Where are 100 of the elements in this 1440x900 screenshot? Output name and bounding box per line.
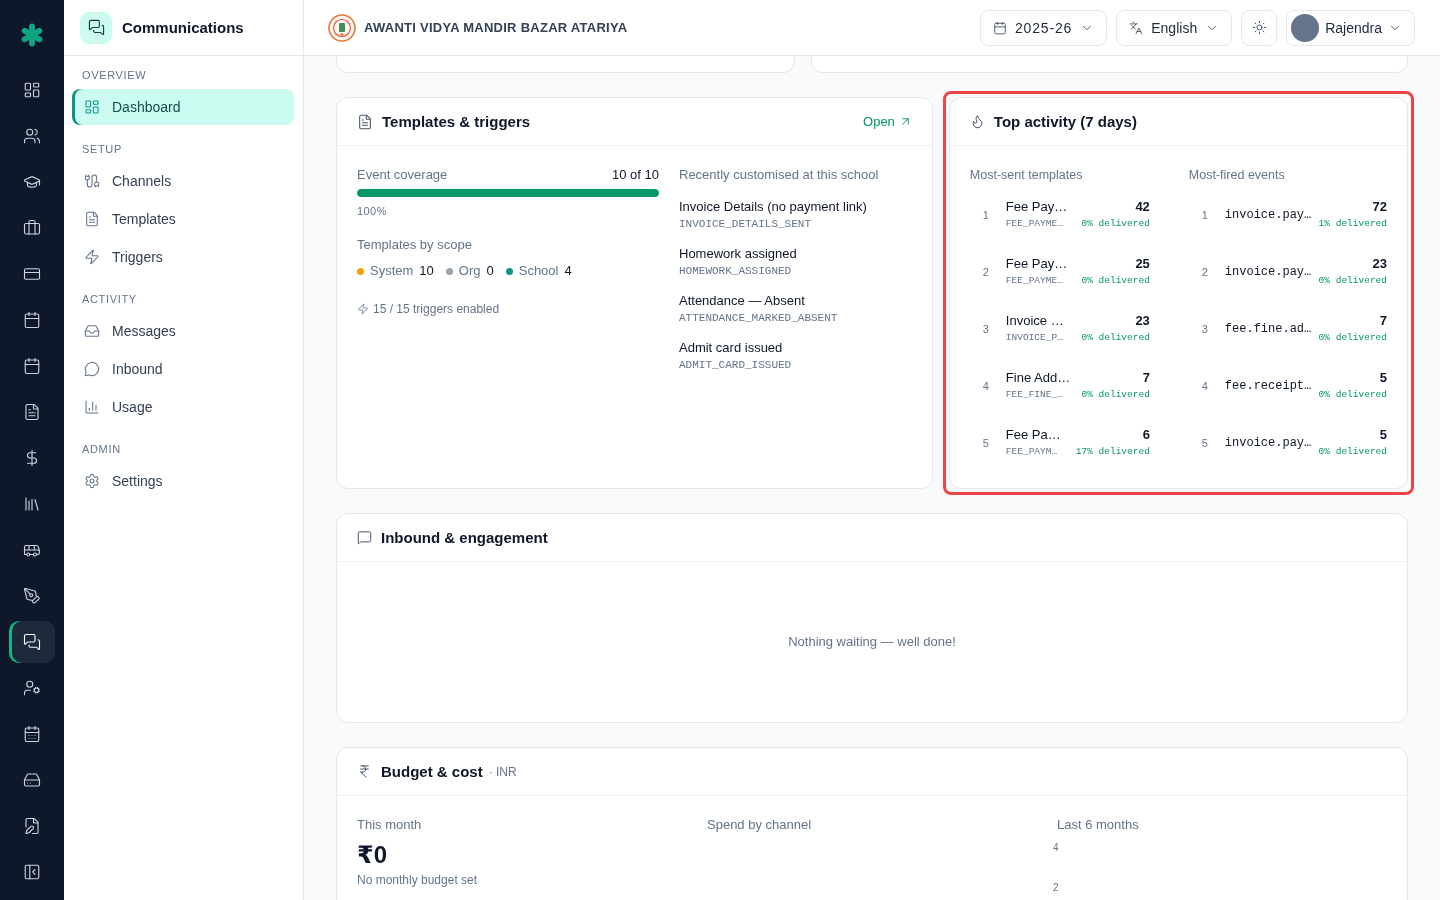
calendar-grid-icon bbox=[23, 725, 41, 743]
panel-collapse-icon bbox=[23, 863, 41, 881]
sidebar-nav-item[interactable]: Triggers bbox=[72, 239, 294, 275]
budget-label: Last 6 months bbox=[1057, 816, 1139, 834]
year-select[interactable]: 2025-26 bbox=[980, 9, 1108, 46]
rank-number: 4 bbox=[982, 380, 989, 392]
template-code: INVOICE_DETAILS_SENT bbox=[679, 217, 812, 232]
file-pen-icon bbox=[23, 817, 41, 835]
template-code: FEE_PAYME… bbox=[1005, 274, 1063, 288]
scope-count: 4 bbox=[564, 262, 572, 280]
sidebar-nav-item[interactable]: Usage bbox=[72, 389, 294, 425]
event-name: fee.receipt… bbox=[1224, 378, 1312, 395]
graduation-cap-icon bbox=[23, 173, 41, 191]
template-name: Attendance — Absent bbox=[679, 292, 805, 310]
delivery-rate: 0% delivered bbox=[1318, 331, 1387, 345]
delivery-rate: 0% delivered bbox=[1318, 274, 1387, 288]
chat-bubble-icon bbox=[357, 530, 372, 545]
amount-value: ₹0 bbox=[357, 840, 388, 870]
rail-nav-button[interactable] bbox=[9, 621, 55, 663]
card-title: Inbound & engagement bbox=[381, 529, 548, 546]
fire-count: 5 bbox=[1379, 426, 1387, 444]
card-title: Budget & cost bbox=[381, 763, 483, 780]
budget-note: No monthly budget set bbox=[357, 872, 478, 888]
event-name: fee.fine.ad… bbox=[1224, 321, 1312, 338]
template-code: ADMIT_CARD_ISSUED bbox=[679, 358, 792, 373]
chat-bubbles-icon bbox=[23, 633, 41, 651]
sidebar-nav-item[interactable]: Inbound bbox=[72, 351, 294, 387]
drive-icon bbox=[23, 771, 41, 789]
sidebar-nav-item[interactable]: Messages bbox=[72, 313, 294, 349]
delivery-rate: 0% delivered bbox=[1318, 388, 1387, 402]
recent-heading: Recently customised at this school bbox=[679, 166, 879, 184]
pen-nib-icon bbox=[23, 587, 41, 605]
language-select[interactable]: English bbox=[1116, 9, 1233, 46]
template-name: Invoice … bbox=[1005, 312, 1064, 330]
rank-number: 5 bbox=[982, 437, 989, 449]
fire-count: 5 bbox=[1379, 369, 1387, 387]
dashboard-icon bbox=[23, 81, 41, 99]
cable-icon bbox=[84, 173, 100, 189]
scope-count: 0 bbox=[486, 262, 494, 280]
rank-number: 5 bbox=[1201, 437, 1208, 449]
rank-number: 3 bbox=[982, 323, 989, 335]
scope-name: System bbox=[370, 262, 414, 280]
rupee-icon bbox=[357, 764, 372, 779]
template-name: Fee Pa… bbox=[1005, 426, 1061, 444]
coverage-label: Event coverage bbox=[357, 166, 448, 184]
axis-tick-label: 4 bbox=[1053, 842, 1059, 854]
sidebar-nav-item[interactable]: Templates bbox=[72, 201, 294, 237]
event-name: invoice.pay… bbox=[1224, 207, 1312, 224]
template-code: FEE_FINE_… bbox=[1005, 388, 1063, 402]
rank-number: 2 bbox=[1201, 266, 1208, 278]
send-count: 23 bbox=[1135, 312, 1150, 330]
scope-name: Org bbox=[458, 262, 481, 280]
template-code: FEE_PAYM… bbox=[1005, 445, 1058, 459]
document-icon bbox=[84, 211, 100, 227]
template-code: HOMEWORK_ASSIGNED bbox=[679, 264, 792, 279]
template-code: ATTENDANCE_MARKED_ABSENT bbox=[679, 311, 838, 326]
translate-icon bbox=[1129, 20, 1144, 35]
crest-logo-icon bbox=[328, 13, 356, 42]
send-count: 42 bbox=[1135, 198, 1150, 216]
template-code: FEE_PAYME… bbox=[1005, 217, 1063, 231]
empty-state-message: Nothing waiting — well done! bbox=[788, 633, 956, 651]
document-icon bbox=[357, 113, 373, 130]
sidebar-nav-item[interactable]: Dashboard bbox=[72, 89, 294, 125]
rank-number: 1 bbox=[1201, 209, 1208, 221]
delivery-rate: 0% delivered bbox=[1081, 217, 1150, 231]
currency-label: · INR bbox=[488, 764, 517, 779]
delivery-rate: 0% delivered bbox=[1081, 388, 1150, 402]
open-link[interactable]: Open bbox=[863, 114, 912, 129]
module-title: Communications bbox=[122, 19, 244, 36]
sidebar-nav-item[interactable]: Channels bbox=[72, 163, 294, 199]
coverage-percent: 100% bbox=[357, 204, 387, 218]
briefcase-icon bbox=[23, 219, 41, 237]
user-gear-icon bbox=[23, 679, 41, 697]
delivery-rate: 0% delivered bbox=[1081, 331, 1150, 345]
sidebar-nav-item[interactable]: Settings bbox=[72, 463, 294, 499]
sun-icon bbox=[1251, 20, 1267, 35]
scope-heading: Templates by scope bbox=[357, 236, 472, 254]
fire-count: 72 bbox=[1372, 198, 1387, 216]
section-heading: OVERVIEW bbox=[82, 68, 148, 82]
flame-icon bbox=[969, 114, 985, 129]
rank-number: 2 bbox=[982, 266, 989, 278]
card-title: Templates & triggers bbox=[382, 113, 531, 130]
send-count: 7 bbox=[1142, 369, 1150, 387]
template-name: Admit card issued bbox=[679, 339, 783, 357]
calendar-icon bbox=[993, 20, 1007, 35]
rank-number: 3 bbox=[1201, 323, 1208, 335]
scope-count: 10 bbox=[419, 262, 434, 280]
chat-bubbles-icon bbox=[80, 11, 112, 44]
user-menu-button[interactable]: Rajendra bbox=[1286, 9, 1415, 46]
card-title: Top activity (7 days) bbox=[993, 113, 1137, 130]
delivery-rate: 0% delivered bbox=[1318, 445, 1387, 459]
budget-label: Spend by channel bbox=[707, 816, 812, 834]
template-name: Fee Pay… bbox=[1005, 255, 1068, 273]
template-name: Fee Pay… bbox=[1005, 198, 1068, 216]
theme-toggle-button[interactable] bbox=[1241, 9, 1278, 46]
column-heading: Most-sent templates bbox=[969, 167, 1083, 184]
credit-card-icon bbox=[23, 265, 41, 283]
school-name: AWANTI VIDYA MANDIR BAZAR ATARIYA bbox=[364, 20, 628, 35]
event-name: invoice.pay… bbox=[1224, 264, 1312, 281]
chat-bubble-icon bbox=[84, 361, 100, 377]
